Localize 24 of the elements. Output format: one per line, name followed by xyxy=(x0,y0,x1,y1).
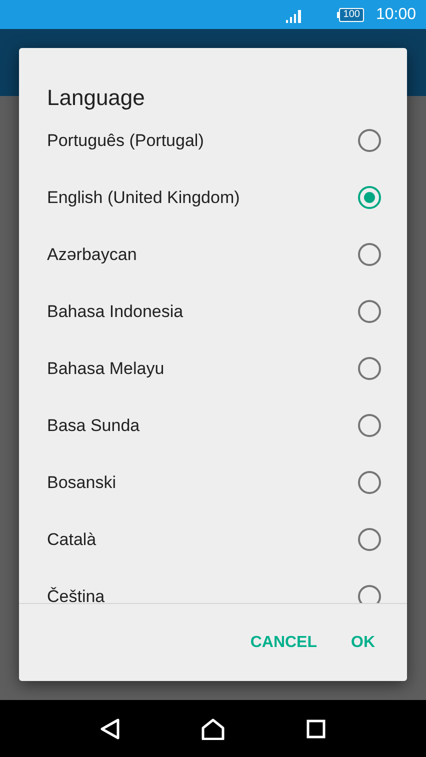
radio-button[interactable] xyxy=(358,243,381,266)
language-option[interactable]: Bahasa Melayu xyxy=(19,340,407,397)
language-option[interactable]: Português (Portugal) xyxy=(19,112,407,169)
language-option[interactable]: Català xyxy=(19,511,407,568)
recents-icon[interactable] xyxy=(306,718,326,738)
radio-button[interactable] xyxy=(358,528,381,551)
radio-button[interactable] xyxy=(358,585,381,603)
dialog-title: Language xyxy=(47,84,145,112)
home-icon[interactable] xyxy=(200,718,225,740)
language-option[interactable]: Basa Sunda xyxy=(19,397,407,454)
language-option[interactable]: Čeština xyxy=(19,568,407,603)
language-option[interactable]: Azərbaycan xyxy=(19,226,407,283)
clock: 10:00 xyxy=(376,4,416,24)
language-option[interactable]: Bosanski xyxy=(19,454,407,511)
battery-icon: 100 xyxy=(337,8,364,22)
radio-button[interactable] xyxy=(358,186,381,209)
radio-button[interactable] xyxy=(358,471,381,494)
radio-button[interactable] xyxy=(358,414,381,437)
radio-button[interactable] xyxy=(358,357,381,380)
language-option[interactable]: Bahasa Indonesia xyxy=(19,283,407,340)
radio-button[interactable] xyxy=(358,129,381,152)
radio-button[interactable] xyxy=(358,300,381,323)
back-icon[interactable] xyxy=(100,718,120,740)
language-option[interactable]: English (United Kingdom) xyxy=(19,169,407,226)
